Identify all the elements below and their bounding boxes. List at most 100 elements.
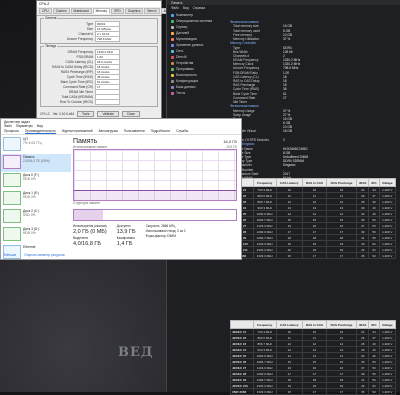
available-value: 13,9 ГБ [116,229,136,235]
table-header-row: Frequency CAS Latency RAS to CAS RAS Precha… [230,320,397,329]
committed-label: Выделено [73,236,89,240]
cpuz-general-group: General Type DDR4 Size 16 GBytes Channel #2 … [40,16,158,44]
taskmgr-tab[interactable]: Процессы [4,129,19,133]
cpuz-general-rows: Type DDR4 Size 16 GBytes Channel #2 x 64-bit… [43,20,155,42]
tools-button[interactable]: Tools [77,111,95,117]
aida-info: Физическая память Total memory size 16 GB T… [230,20,399,180]
perf-sidebar-item[interactable]: Диск 0 (F:) HDD 0% [1,172,71,190]
perf-sidebar-name: Ethernet [23,245,36,249]
perf-sparkline [3,209,21,223]
perf-sparkline [3,137,21,151]
taskmgr-tab[interactable]: Пользователи [124,129,145,133]
taskmgr-window: Диспетчер задач Файл Параметры Вид Процесс… [0,118,242,260]
table-header-cell: CAS Latency [275,178,303,187]
cpuz-tab[interactable]: Mainboard [70,8,92,14]
perf-sidebar-item[interactable]: Память 2,9/16,0 ГБ (18%) [1,154,71,172]
tree-item-icon [171,61,174,65]
memory-stats: Используется (сжатая) 2,0 ГБ (0 МБ) Выде… [73,224,237,247]
perf-sidebar-sub: 7% 4,03 ГГц [23,141,42,145]
perf-sparkline [3,191,21,205]
perf-sidebar-item[interactable]: Диск 1 (E:) HDD 0% [1,190,71,208]
kv-label: RAS# Precharge (tRP) [60,69,93,74]
kv-label: Cycle Time (tRAS) [66,74,93,79]
tree-item-icon [171,43,174,47]
perf-sidebar-sub: 2,9/16,0 ГБ (18%) [23,159,50,163]
in-use-label: Используется (сжатая) [73,224,107,228]
tree-item-icon [171,73,174,77]
composition-label: Структура памяти [73,201,100,205]
kv-label: DRAM Frequency [67,49,93,54]
kv-label: FSB:DRAM [76,54,93,59]
tree-item[interactable]: Тесты [167,90,227,96]
slots-label: Использовано гнезд: [145,229,177,233]
table-header-row: Frequency CAS Latency RAS to CAS RAS Precha… [230,178,397,187]
kv-label: Bank Cycle Time (tRC) [60,79,93,84]
resource-monitor-link[interactable]: Открыть монитор ресурсов [24,253,64,257]
tree-item-icon [171,31,174,35]
kv-label: Uncore Frequency [66,36,93,41]
cpuz-tab[interactable]: Caches [52,8,70,14]
kv-label: CAS# Latency (CL) [65,59,93,64]
taskmgr-menu-item[interactable]: Файл [4,124,12,128]
less-link[interactable]: Меньше [4,253,16,257]
taskmgr-tab[interactable]: Подробности [151,129,171,133]
table-header-cell [230,320,254,329]
perf-sidebar-text: Диск 3 (D:) HDD 0% [23,227,39,243]
wallpaper-text: ВЕД [118,345,154,360]
tree-item-label: Тесты [176,91,186,95]
perf-sidebar-item[interactable]: ЦП 7% 4,03 ГГц [1,136,71,154]
taskmgr-tab[interactable]: Журнал приложений [62,129,93,133]
tree-item-icon [171,37,174,41]
tree-item-icon [171,67,174,71]
taskmgr-menu-item[interactable]: Вид [37,124,43,128]
taskmgr-menu-item[interactable]: Параметры [16,124,33,128]
info-value: 18 GB [283,129,293,134]
close-button[interactable]: Close [121,111,140,117]
info-value: 2 [283,138,285,143]
spd-table-1-wrap: Frequency CAS Latency RAS to CAS RAS Precha… [226,178,397,259]
aida-menu-item[interactable]: Файл [171,6,179,10]
taskmgr-tab[interactable]: Службы [176,129,188,133]
cpuz-timings-group: Timings DRAM Frequency 1330.2 MHz FSB:DRAM… [40,44,158,107]
kv-label: Row To Column (tRCD) [59,99,93,104]
tree-item-icon [171,79,174,83]
stats-col-2: Доступно 13,9 ГБ Кэшировано 1,4 ГБ [117,224,136,247]
kv-value [95,98,120,105]
perf-sidebar-sub: HDD 0% [23,231,36,235]
table-header-cell: tRC [368,320,380,329]
slots-value: 2 из 2 [177,229,186,233]
cpuz-tab[interactable]: Bench [144,8,160,14]
validate-button[interactable]: Validate [97,111,119,117]
cpuz-tab[interactable]: Memory [92,8,111,14]
perf-sidebar-item[interactable]: Диск 2 (C:) SSD 0% [1,208,71,226]
taskmgr-tab[interactable]: Автозагрузка [98,129,117,133]
stats-col-1: Используется (сжатая) 2,0 ГБ (0 МБ) Выде… [73,224,107,247]
cpuz-tab[interactable]: SPD [111,8,124,14]
table-header-cell: tRC [368,178,380,187]
perf-main: Память 16,0 ГБ Использование памяти 15,9… [73,138,237,247]
perf-sidebar-item[interactable]: Диск 3 (D:) HDD 0% [1,226,71,244]
taskmgr-footer: Меньше Открыть монитор ресурсов [4,253,65,257]
speed-value: 2666 МГц [161,224,176,228]
table-header-cell: RAS to CAS [301,178,328,187]
table-cell: 35 [355,252,370,259]
perf-sparkline [3,227,21,241]
aida-menu-item[interactable]: Справка [193,6,206,10]
taskmgr-tab[interactable]: Производительность [24,129,56,134]
table-cell: 15 [275,252,303,259]
memory-composition-used [74,210,104,220]
table-cell: 52 [368,252,380,259]
table-header-cell: tRAS [355,320,370,329]
stats-col-3: Скорость: 2666 МГц Использовано гнезд: 2… [146,224,186,247]
kv-label: Total CAS# (tRDRAM) [61,94,93,99]
kv-row: Uncore Frequency 798.8 MHz [43,35,155,42]
memory-usage-fill [74,190,236,200]
cpuz-tab[interactable]: CPU [39,8,52,14]
cpuz-tab[interactable]: Graphics [124,8,144,14]
aida-menu-item[interactable]: Вид [183,6,189,10]
taskmgr-tabs: Процессы Производительность Журнал приложе… [1,128,241,135]
spd-table: Frequency CAS Latency RAS to CAS RAS Precha… [230,178,397,259]
tree-item-icon [171,19,174,23]
tree-item-icon [171,49,174,53]
committed-value: 4,0/16,8 ГБ [73,241,101,247]
